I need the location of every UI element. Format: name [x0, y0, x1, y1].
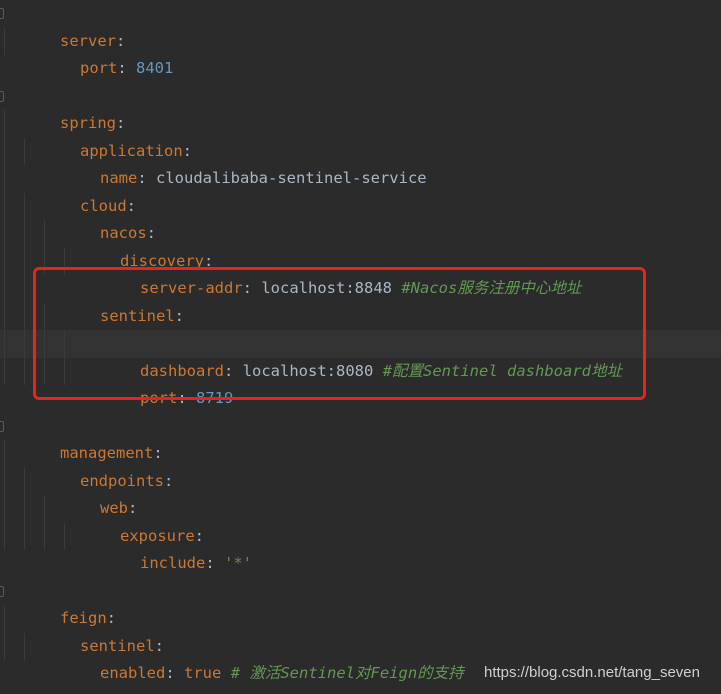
code-line[interactable]: include: '*' — [0, 522, 721, 572]
code-line-blank[interactable] — [0, 550, 721, 578]
code-line-blank[interactable] — [0, 55, 721, 83]
indent-guide — [44, 220, 45, 248]
indent-guide — [4, 165, 5, 193]
indent-guide — [24, 632, 25, 660]
indent-guide — [4, 110, 5, 138]
yaml-boolean-value: true — [184, 664, 222, 682]
code-line[interactable]: web: — [0, 467, 721, 517]
indent-guide — [24, 302, 25, 330]
code-line[interactable]: nacos: — [0, 192, 721, 242]
indent-guide — [24, 247, 25, 275]
indent-guide — [4, 330, 5, 358]
indent-guide — [24, 192, 25, 220]
indent-guide — [24, 275, 25, 303]
yaml-comment: # 激活Sentinel对Feign的支持 — [230, 664, 464, 682]
indent-guide — [4, 137, 5, 165]
code-line[interactable]: application: — [0, 110, 721, 160]
code-line[interactable]: server: — [0, 0, 721, 50]
indent-guide — [4, 247, 5, 275]
indent-guide — [24, 137, 25, 165]
indent-guide — [4, 522, 5, 550]
indent-guide — [24, 330, 25, 358]
indent-guide — [4, 357, 5, 385]
code-line[interactable]: management: — [0, 413, 721, 462]
indent-guide — [24, 467, 25, 495]
highlight-annotation-box — [33, 267, 646, 400]
indent-guide — [4, 27, 5, 55]
indent-guide — [64, 522, 65, 550]
indent-guide — [44, 522, 45, 550]
watermark-text: https://blog.csdn.net/tang_seven — [484, 664, 700, 681]
colon: : — [165, 664, 175, 682]
code-line[interactable]: cloud: — [0, 165, 721, 215]
indent-guide — [4, 275, 5, 303]
code-line[interactable]: enabled: true # 激活Sentinel对Feign的支持 — [0, 632, 721, 682]
code-line[interactable]: spring: — [0, 83, 721, 132]
code-line[interactable]: exposure: — [0, 495, 721, 545]
code-line[interactable]: feign: — [0, 578, 721, 627]
code-line[interactable]: endpoints: — [0, 440, 721, 490]
indent-guide — [24, 357, 25, 385]
indent-guide — [4, 467, 5, 495]
indent-guide — [44, 495, 45, 523]
indent-guide — [4, 192, 5, 220]
code-editor[interactable]: server: port: 8401 spring: application: … — [0, 0, 721, 694]
yaml-key: enabled — [100, 664, 166, 682]
indent-guide — [4, 495, 5, 523]
indent-guide — [4, 440, 5, 468]
code-line[interactable]: discovery: — [0, 220, 721, 270]
indent-guide — [4, 632, 5, 660]
indent-guide — [24, 495, 25, 523]
code-line[interactable]: name: cloudalibaba-sentinel-service — [0, 137, 721, 187]
indent-guide — [24, 522, 25, 550]
indent-guide — [4, 220, 5, 248]
indent-guide — [24, 220, 25, 248]
code-line[interactable]: port: 8401 — [0, 27, 721, 77]
indent-guide — [4, 302, 5, 330]
code-line[interactable]: sentinel: — [0, 605, 721, 655]
indent-guide — [4, 605, 5, 633]
